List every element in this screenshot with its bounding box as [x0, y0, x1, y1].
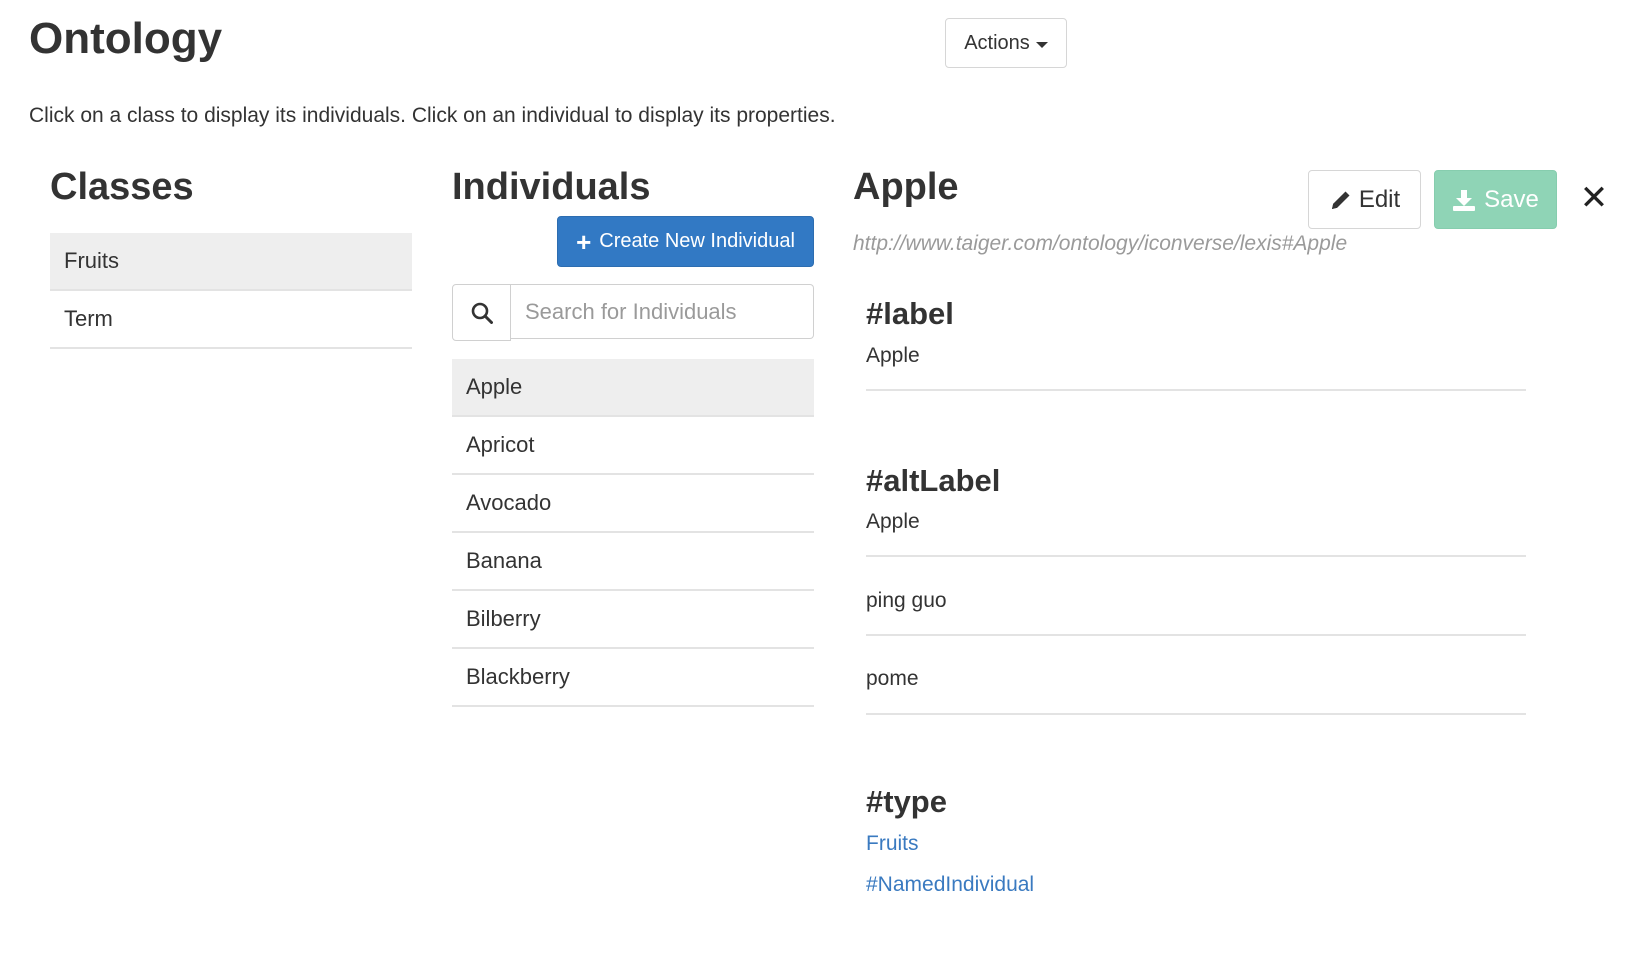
edit-label: Edit [1358, 185, 1401, 213]
type-link-fruits[interactable]: Fruits [866, 832, 919, 856]
individual-item-label: Apple [466, 374, 523, 399]
individual-item-label: Avocado [466, 490, 552, 515]
property-value: Apple [866, 510, 920, 533]
individual-item-label: Bilberry [466, 606, 541, 631]
actions-label: Actions [964, 31, 1030, 54]
individual-item-label: Apricot [466, 432, 535, 457]
close-icon[interactable]: ✕ [1578, 178, 1610, 218]
type-link-namedindividual[interactable]: #NamedIndividual [866, 873, 1034, 897]
property-value: ping guo [866, 589, 947, 612]
edit-button[interactable]: Edit [1308, 170, 1421, 229]
instructions-text: Click on a class to display its individu… [29, 104, 836, 127]
divider [866, 389, 1526, 391]
create-new-individual-button[interactable]: + Create New Individual [557, 216, 814, 267]
individuals-list: Apple Apricot Avocado Banana Bilberry Bl… [452, 359, 814, 707]
individual-item-bilberry[interactable]: Bilberry [452, 591, 814, 649]
individuals-heading: Individuals [452, 166, 651, 208]
individual-uri: http://www.taiger.com/ontology/iconverse… [853, 232, 1348, 255]
pencil-icon [1331, 191, 1350, 209]
search-icon [471, 302, 493, 324]
property-heading-altlabel: #altLabel [866, 463, 1001, 498]
individual-item-label: Banana [466, 548, 542, 573]
save-button[interactable]: Save [1434, 170, 1557, 229]
create-button-label: Create New Individual [599, 230, 795, 252]
individual-item-label: Blackberry [466, 664, 570, 689]
individual-item-banana[interactable]: Banana [452, 533, 814, 591]
individual-search [452, 284, 814, 341]
classes-heading: Classes [50, 166, 194, 208]
ontology-page: Ontology Actions Click on a class to dis… [0, 0, 1628, 960]
class-item-label: Fruits [64, 248, 119, 273]
page-title: Ontology [29, 14, 223, 63]
property-heading-label: #label [866, 296, 954, 331]
search-button[interactable] [452, 284, 511, 341]
actions-dropdown-button[interactable]: Actions [945, 18, 1067, 68]
individual-item-apricot[interactable]: Apricot [452, 417, 814, 475]
class-item-label: Term [64, 306, 113, 331]
classes-list: Fruits Term [50, 233, 412, 349]
individual-item-blackberry[interactable]: Blackberry [452, 649, 814, 707]
caret-down-icon [1035, 41, 1048, 48]
download-icon [1453, 189, 1476, 211]
property-heading-type: #type [866, 784, 947, 819]
property-value: Apple [866, 344, 920, 367]
class-item-fruits[interactable]: Fruits [50, 233, 412, 291]
search-input[interactable] [511, 284, 814, 339]
divider [866, 713, 1526, 715]
property-value: pome [866, 667, 919, 690]
individual-item-avocado[interactable]: Avocado [452, 475, 814, 533]
individual-detail-title: Apple [853, 166, 959, 208]
plus-icon: + [576, 226, 592, 257]
save-label: Save [1484, 185, 1539, 213]
divider [866, 555, 1526, 557]
class-item-term[interactable]: Term [50, 291, 412, 349]
individual-item-apple[interactable]: Apple [452, 359, 814, 417]
divider [866, 634, 1526, 636]
